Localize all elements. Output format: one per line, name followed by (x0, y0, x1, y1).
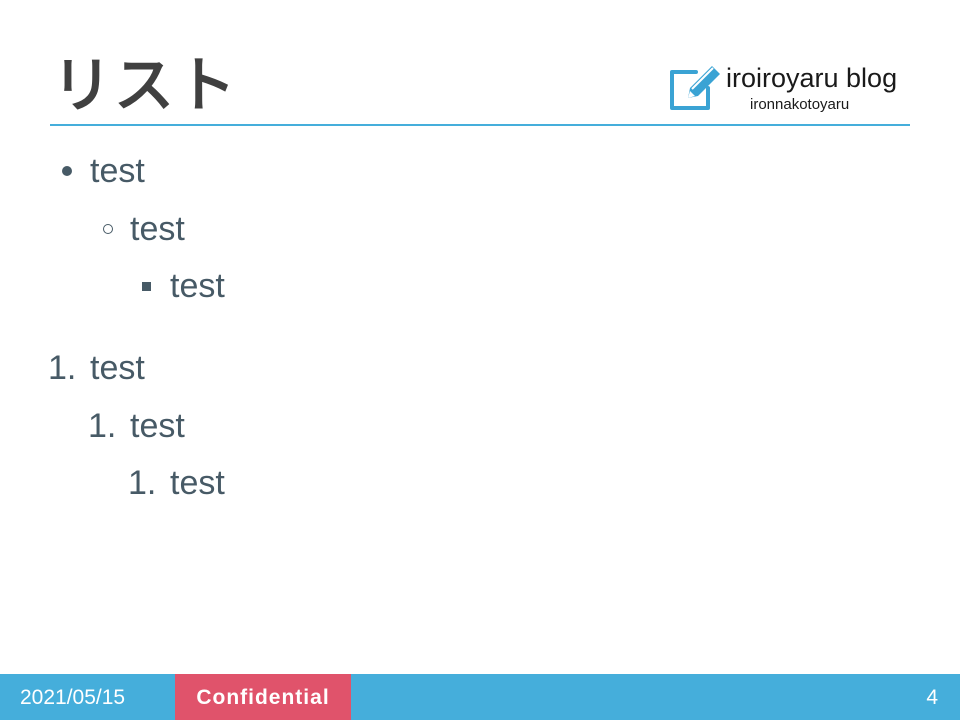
note-pencil-icon (670, 66, 720, 110)
bullet-item-level-1: test (90, 152, 145, 190)
slide-footer: 2021/05/15 Confidential 4 (0, 674, 960, 720)
numbered-item-level-3: test (170, 464, 225, 502)
bullet-square-icon (142, 282, 151, 291)
bullet-item-level-3: test (170, 267, 225, 305)
number-label-level-1: 1. (48, 349, 77, 387)
numbered-item-level-2: test (130, 407, 185, 445)
number-label-level-2: 1. (88, 407, 117, 445)
number-label-level-3: 1. (128, 464, 157, 502)
footer-date: 2021/05/15 (20, 686, 126, 709)
slide: リスト iroiroyaru blog ironnakotoyaru test … (0, 0, 960, 720)
title-divider (50, 124, 910, 126)
blog-name: iroiroyaru blog (726, 63, 898, 93)
bullet-item-level-2: test (130, 210, 185, 248)
confidential-label: Confidential (196, 686, 330, 709)
slide-title: リスト (52, 51, 238, 121)
blog-logo: iroiroyaru blog ironnakotoyaru (664, 58, 914, 118)
numbered-item-level-1: test (90, 349, 145, 387)
bullet-disc-icon (62, 166, 72, 176)
bullet-circle-icon (103, 224, 113, 234)
confidential-badge: Confidential (175, 674, 351, 720)
page-number: 4 (926, 686, 938, 709)
blog-tagline: ironnakotoyaru (750, 96, 850, 113)
